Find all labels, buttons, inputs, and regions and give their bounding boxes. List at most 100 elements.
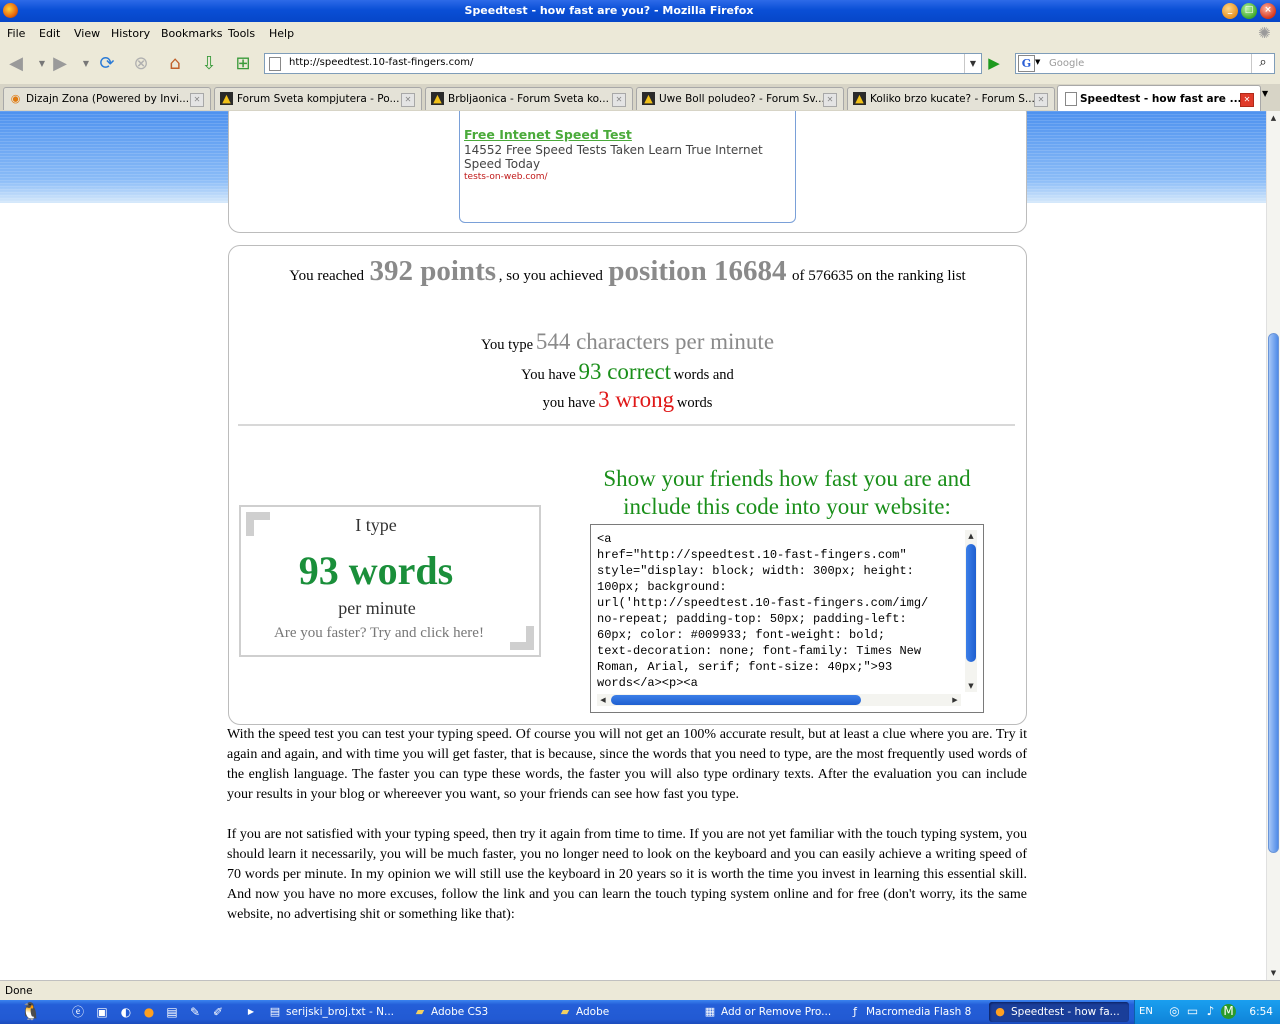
home-button[interactable]: ⌂: [163, 52, 187, 76]
menu-tools[interactable]: Tools: [228, 27, 255, 40]
scroll-up-icon[interactable]: ▲: [965, 530, 977, 542]
close-tab-button[interactable]: ✕: [823, 93, 837, 107]
reload-button[interactable]: ⟳: [95, 52, 119, 76]
back-button[interactable]: ◀: [4, 52, 28, 76]
embed-code[interactable]: <a href="http://speedtest.10-fast-finger…: [597, 531, 961, 691]
code-vertical-scrollbar[interactable]: ▲ ▼: [965, 530, 977, 692]
clock[interactable]: 6:54: [1249, 1006, 1273, 1018]
forward-button[interactable]: ▶: [48, 52, 72, 76]
download-button[interactable]: ⇩: [197, 52, 221, 76]
go-button[interactable]: ▶: [984, 53, 1004, 74]
go-arrow-icon: ▶: [988, 54, 1000, 72]
flash-icon: ƒ: [853, 1005, 857, 1018]
taskbar-label: Add or Remove Pro...: [721, 1006, 832, 1018]
menu-help[interactable]: Help: [269, 27, 294, 40]
taskbar-item-adobe-cs3[interactable]: ▰ Adobe CS3: [409, 1002, 549, 1022]
menu-history[interactable]: History: [111, 27, 150, 40]
scroll-thumb[interactable]: [1268, 333, 1279, 853]
close-tab-button[interactable]: ✕: [1240, 93, 1254, 107]
tab-uwe-boll[interactable]: ▲ Uwe Boll poludeo? - Forum Sv... ✕: [636, 87, 844, 110]
embed-code-textarea[interactable]: <a href="http://speedtest.10-fast-finger…: [590, 524, 984, 713]
search-button[interactable]: ⌕: [1251, 54, 1274, 73]
ad-url[interactable]: tests-on-web.com/: [464, 172, 548, 182]
scroll-left-icon[interactable]: ◀: [597, 694, 609, 706]
cpm-value: 544 characters per minute: [535, 329, 775, 354]
menu-file[interactable]: File: [7, 27, 25, 40]
taskbar-label: Macromedia Flash 8: [866, 1006, 972, 1018]
folder-icon: ▰: [415, 1005, 425, 1018]
menu-edit[interactable]: Edit: [39, 27, 60, 40]
tab-bar: ◉ Dizajn Zona (Powered by Invi... ✕ ▲ Fo…: [0, 84, 1280, 112]
url-dropdown[interactable]: ▼: [964, 54, 981, 73]
search-engine-dropdown[interactable]: ▼: [1035, 58, 1040, 66]
speed-badge[interactable]: I type 93 words per minute Are you faste…: [239, 505, 541, 657]
tab-label: Uwe Boll poludeo? - Forum Sv...: [659, 93, 825, 105]
scroll-right-icon[interactable]: ▶: [949, 694, 961, 706]
language-indicator[interactable]: EN: [1139, 1006, 1153, 1017]
wrong-value: 3 wrong: [598, 387, 675, 412]
firefox-icon[interactable]: ●: [141, 1004, 157, 1020]
taskbar-item-adobe[interactable]: ▰ Adobe: [554, 1002, 694, 1022]
menu-bookmarks[interactable]: Bookmarks: [161, 27, 222, 40]
scroll-thumb[interactable]: [966, 544, 976, 662]
menu-view[interactable]: View: [74, 27, 100, 40]
start-penguin-icon[interactable]: 🐧: [18, 1001, 44, 1023]
tab-koliko-brzo-kucate[interactable]: ▲ Koliko brzo kucate? - Forum S... ✕: [847, 87, 1055, 110]
tab-forum-sveta-kompjutera[interactable]: ▲ Forum Sveta kompjutera - Po... ✕: [214, 87, 422, 110]
close-tab-button[interactable]: ✕: [190, 93, 204, 107]
page-icon: [269, 57, 281, 71]
scroll-thumb[interactable]: [611, 695, 861, 705]
network-icon[interactable]: ◎: [1167, 1004, 1182, 1019]
tab-list-dropdown[interactable]: ▼: [1262, 89, 1268, 98]
scroll-down-icon[interactable]: ▼: [965, 680, 977, 692]
scroll-down-icon[interactable]: ▼: [1267, 966, 1280, 980]
tab-brbljaonica[interactable]: ▲ Brbljaonica - Forum Sveta ko... ✕: [425, 87, 633, 110]
result-summary: You reached 392 points , so you achieved…: [228, 255, 1027, 288]
quicklaunch-expand-icon[interactable]: ▶: [243, 1004, 259, 1020]
ie-icon[interactable]: ⓔ: [70, 1004, 86, 1020]
tab-dizajn-zona[interactable]: ◉ Dizajn Zona (Powered by Invi... ✕: [3, 87, 211, 110]
display-icon[interactable]: ▭: [1185, 1004, 1200, 1019]
close-tab-button[interactable]: ✕: [1034, 93, 1048, 107]
search-input[interactable]: Google: [1049, 58, 1084, 69]
desktop-icon[interactable]: ▣: [94, 1004, 110, 1020]
scroll-up-icon[interactable]: ▲: [1267, 111, 1280, 125]
new-tab-button[interactable]: ⊞: [231, 52, 255, 76]
taskbar-item-notepad[interactable]: ▤ serijski_broj.txt - N...: [264, 1002, 404, 1022]
pen-icon[interactable]: ✐: [210, 1004, 226, 1020]
reload-icon: ⟳: [99, 53, 115, 74]
media-icon[interactable]: ◐: [118, 1004, 134, 1020]
system-tray: EN ◎ ▭ ♪ M 6:54: [1134, 1000, 1280, 1024]
firefox-icon: ●: [995, 1005, 1005, 1018]
page-vertical-scrollbar[interactable]: ▲ ▼: [1266, 111, 1280, 980]
search-bar[interactable]: G ▼ Google ⌕: [1015, 53, 1275, 74]
badge-per-minute: per minute: [338, 598, 416, 618]
maximize-button[interactable]: □: [1241, 3, 1257, 19]
badge-try-link[interactable]: Are you faster? Try and click here!: [241, 625, 517, 642]
taskbar-label: Adobe CS3: [431, 1006, 489, 1018]
code-horizontal-scrollbar[interactable]: ◀ ▶: [597, 694, 961, 706]
stop-button[interactable]: ⊗: [129, 52, 153, 76]
close-button[interactable]: ×: [1260, 3, 1276, 19]
ad-link[interactable]: Free Intenet Speed Test: [464, 127, 632, 142]
messenger-icon[interactable]: M: [1221, 1004, 1236, 1019]
close-tab-button[interactable]: ✕: [401, 93, 415, 107]
orange-circle-icon: ◉: [10, 92, 21, 105]
badge-itype: I type: [355, 515, 397, 535]
url-text[interactable]: http://speedtest.10-fast-fingers.com/: [289, 57, 473, 68]
url-bar[interactable]: http://speedtest.10-fast-fingers.com/ ▼: [264, 53, 982, 74]
google-icon[interactable]: G: [1018, 55, 1035, 72]
tab-label: Brbljaonica - Forum Sveta ko...: [448, 93, 609, 105]
notepad-icon[interactable]: ▤: [164, 1004, 180, 1020]
have-label: you have: [542, 395, 596, 411]
close-tab-button[interactable]: ✕: [612, 93, 626, 107]
taskbar-item-flash[interactable]: ƒ Macromedia Flash 8: [844, 1002, 984, 1022]
description-paragraph: With the speed test you can test your ty…: [227, 727, 1027, 802]
tab-speedtest[interactable]: Speedtest - how fast are ... ✕: [1057, 85, 1261, 111]
taskbar-item-add-remove[interactable]: ▦ Add or Remove Pro...: [699, 1002, 839, 1022]
taskbar-label: Speedtest - how fa...: [1011, 1006, 1120, 1018]
volume-icon[interactable]: ♪: [1203, 1004, 1218, 1019]
taskbar-item-speedtest[interactable]: ● Speedtest - how fa...: [989, 1002, 1129, 1022]
tools-icon[interactable]: ✎: [187, 1004, 203, 1020]
minimize-button[interactable]: _: [1222, 3, 1238, 19]
